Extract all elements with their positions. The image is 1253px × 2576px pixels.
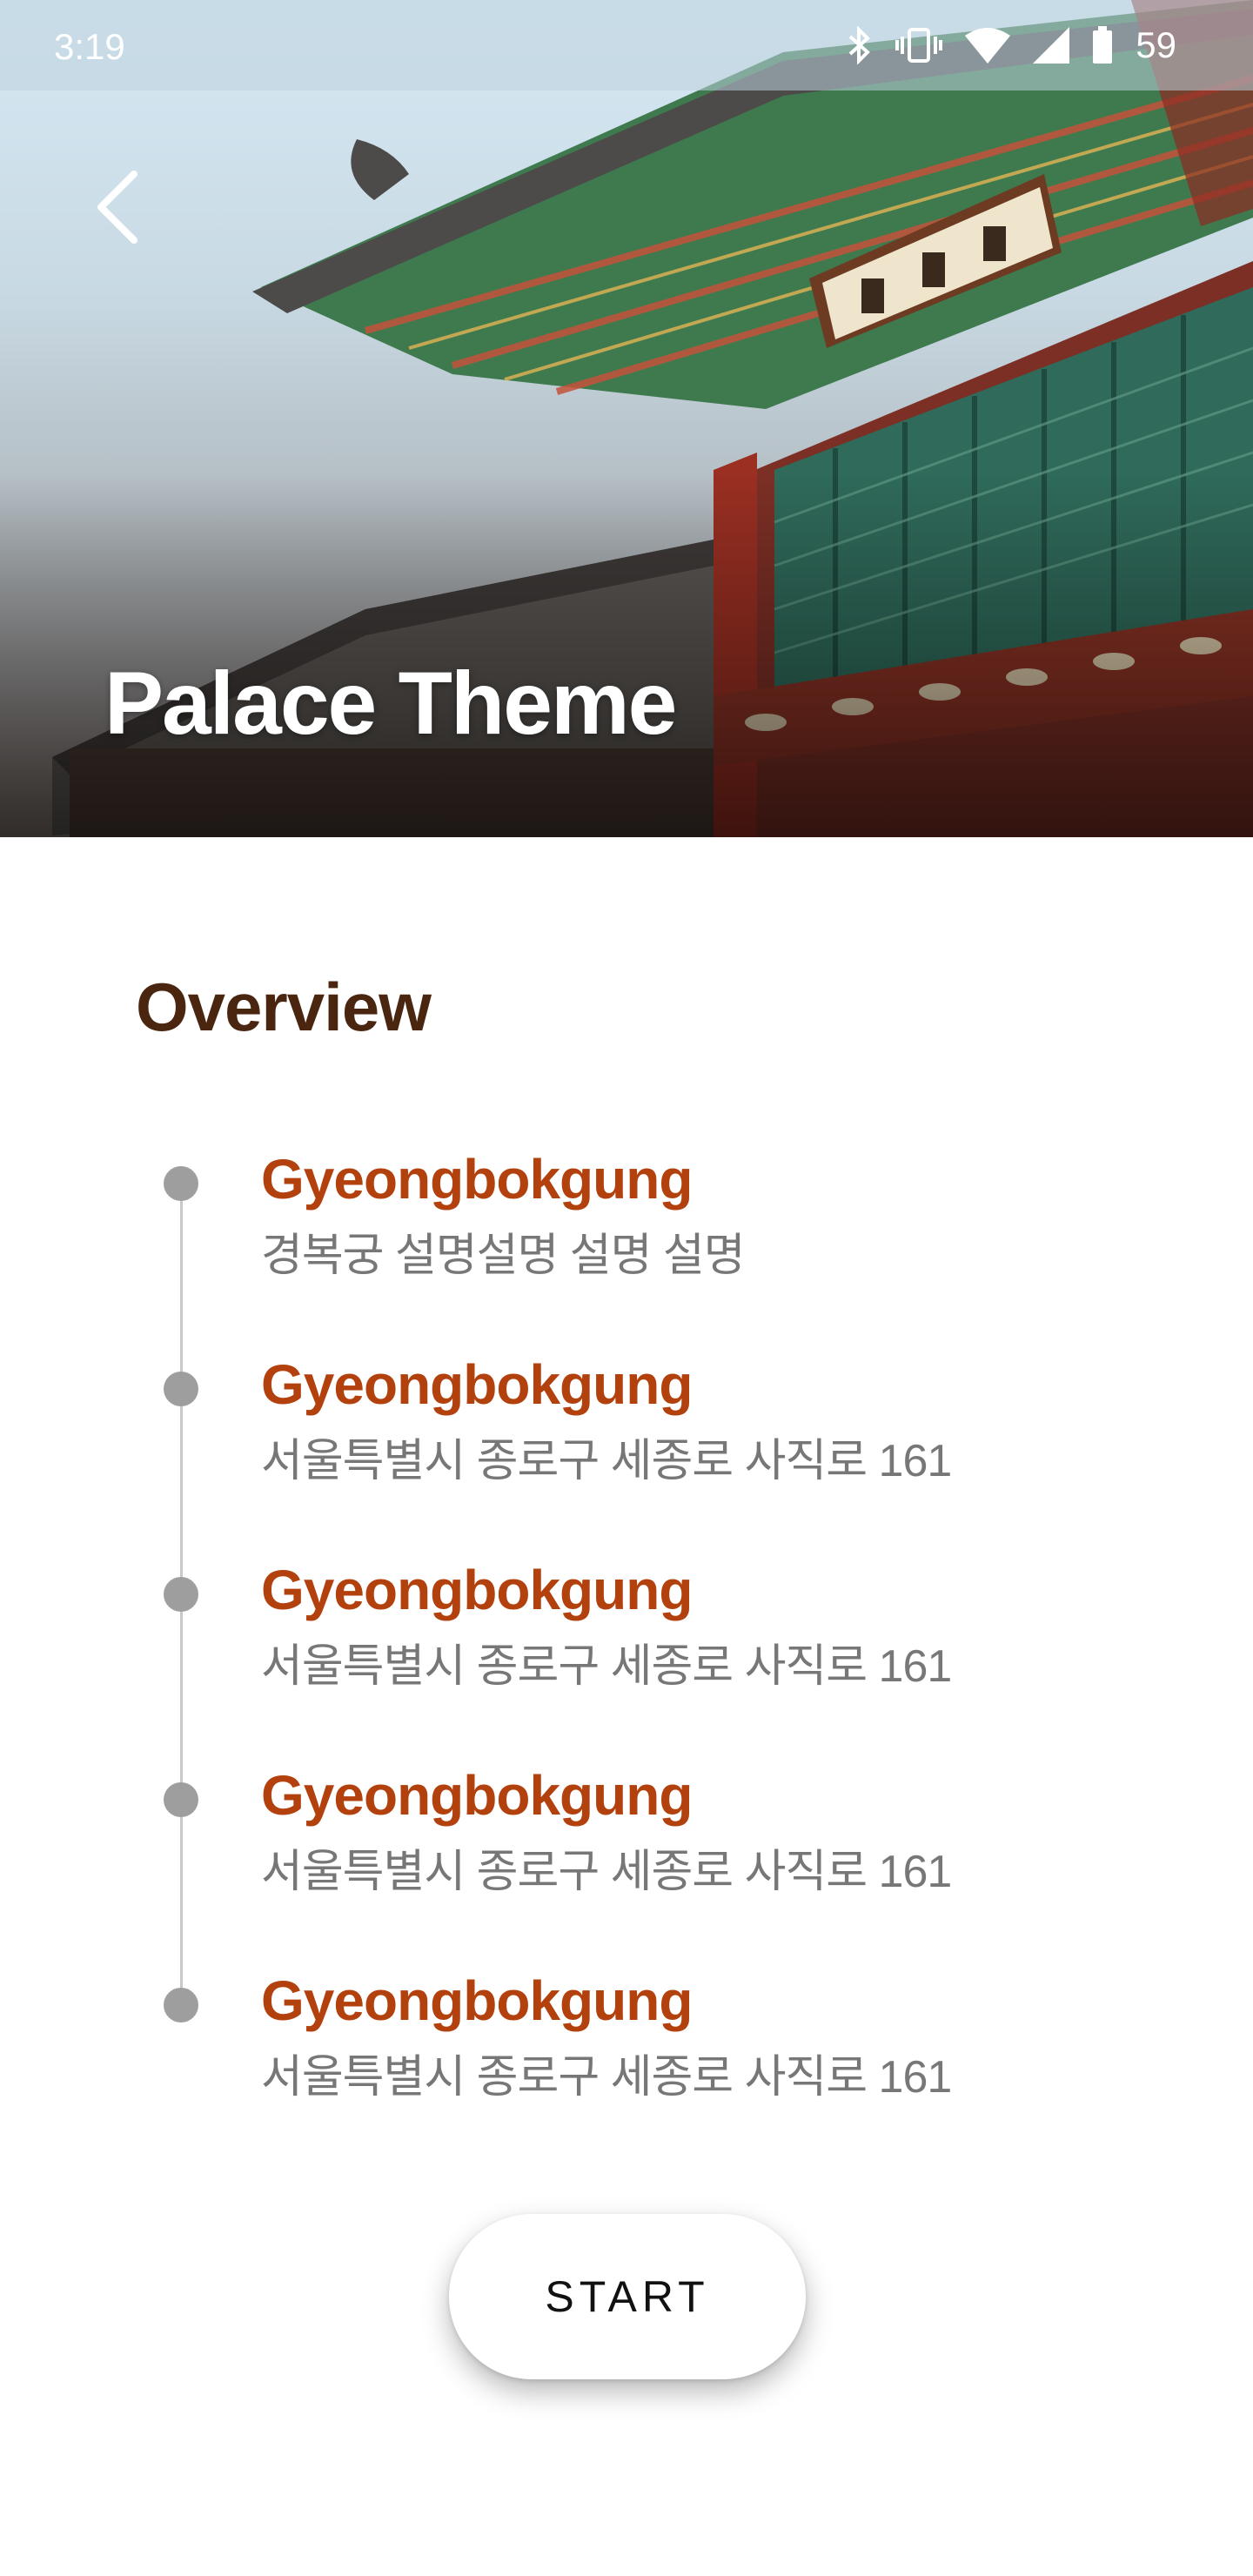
status-time: 3:19 bbox=[54, 26, 125, 67]
hero-banner: 3:19 59 Palace Theme bbox=[0, 0, 1253, 837]
place-address: 서울특별시 종로구 세종로 사직로 161 bbox=[261, 1847, 952, 1897]
place-name: Gyeongbokgung bbox=[261, 1969, 693, 2032]
signal-icon bbox=[1033, 27, 1070, 64]
timeline-dot bbox=[164, 1577, 198, 1612]
place-address: 서울특별시 종로구 세종로 사직로 161 bbox=[261, 1436, 952, 1486]
bluetooth-icon bbox=[847, 26, 873, 64]
status-icons: 59 bbox=[847, 24, 1176, 66]
chevron-left-icon bbox=[84, 171, 157, 254]
battery-icon bbox=[1092, 26, 1113, 64]
wifi-icon bbox=[965, 27, 1011, 64]
start-button-label: START bbox=[545, 2272, 710, 2321]
timeline-item[interactable]: Gyeongbokgung 서울특별시 종로구 세종로 사직로 161 bbox=[0, 1558, 1253, 1697]
timeline-dot bbox=[164, 1988, 198, 2023]
page-title: Palace Theme bbox=[104, 654, 677, 753]
overview-timeline: Gyeongbokgung 경복궁 설명설명 설명 설명 Gyeongbokgu… bbox=[0, 1147, 1253, 2104]
back-button[interactable] bbox=[84, 164, 157, 251]
timeline-item[interactable]: Gyeongbokgung 서울특별시 종로구 세종로 사직로 161 bbox=[0, 1352, 1253, 1492]
place-address: 서울특별시 종로구 세종로 사직로 161 bbox=[261, 1641, 952, 1692]
status-bar: 3:19 59 bbox=[0, 0, 1253, 91]
timeline-item[interactable]: Gyeongbokgung 서울특별시 종로구 세종로 사직로 161 bbox=[0, 1763, 1253, 1902]
timeline-dot bbox=[164, 1782, 198, 1817]
place-name: Gyeongbokgung bbox=[261, 1559, 693, 1621]
timeline-dot bbox=[164, 1372, 198, 1406]
timeline-dot bbox=[164, 1166, 198, 1201]
start-button[interactable]: START bbox=[449, 2214, 806, 2379]
overview-heading: Overview bbox=[136, 969, 432, 1045]
place-name: Gyeongbokgung bbox=[261, 1148, 693, 1211]
vibrate-icon bbox=[895, 26, 943, 64]
timeline-item[interactable]: Gyeongbokgung 서울특별시 종로구 세종로 사직로 161 bbox=[0, 1969, 1253, 2108]
place-description: 경복궁 설명설명 설명 설명 bbox=[261, 1231, 746, 1281]
place-name: Gyeongbokgung bbox=[261, 1353, 693, 1416]
place-address: 서울특별시 종로구 세종로 사직로 161 bbox=[261, 2052, 952, 2103]
battery-level: 59 bbox=[1136, 24, 1176, 65]
timeline-item[interactable]: Gyeongbokgung 경복궁 설명설명 설명 설명 bbox=[0, 1147, 1253, 1286]
place-name: Gyeongbokgung bbox=[261, 1764, 693, 1827]
